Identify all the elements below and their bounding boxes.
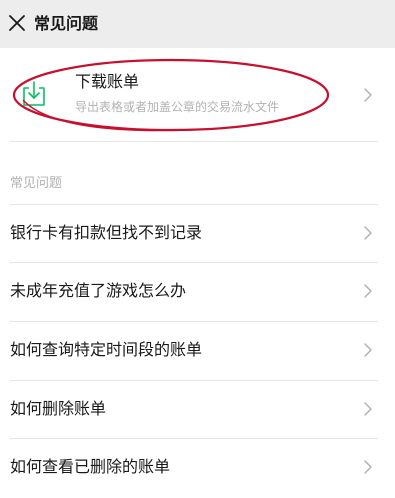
faq-item-label: 如何删除账单 [10, 399, 107, 418]
close-icon [9, 15, 25, 31]
chevron-right-icon [364, 343, 372, 357]
faq-item[interactable]: 如何查询特定时间段的账单 [0, 321, 395, 379]
chevron-right-icon [364, 460, 372, 474]
faq-item[interactable]: 如何查看已删除的账单 [0, 438, 395, 496]
top-bar: 常见问题 [0, 0, 395, 48]
download-bill-title: 下载账单 [75, 72, 140, 91]
close-button[interactable] [4, 10, 32, 38]
divider [10, 141, 378, 142]
page-title: 常见问题 [34, 14, 99, 33]
faq-item[interactable]: 银行卡有扣款但找不到记录 [0, 204, 395, 262]
chevron-right-icon [364, 88, 372, 102]
faq-item-label: 未成年充值了游戏怎么办 [10, 281, 187, 300]
faq-item[interactable]: 如何删除账单 [0, 380, 395, 438]
faq-item-label: 银行卡有扣款但找不到记录 [10, 223, 203, 242]
section-header-faq: 常见问题 [10, 176, 63, 191]
faq-item[interactable]: 未成年充值了游戏怎么办 [0, 262, 395, 320]
chevron-right-icon [364, 226, 372, 240]
faq-item-label: 如何查看已删除的账单 [10, 457, 171, 476]
download-bill-entry[interactable]: 下载账单 导出表格或者加盖公章的交易流水文件 [0, 48, 395, 142]
chevron-right-icon [364, 284, 372, 298]
download-icon [20, 80, 48, 108]
chevron-right-icon [364, 402, 372, 416]
faq-item-label: 如何查询特定时间段的账单 [10, 340, 203, 359]
download-bill-subtitle: 导出表格或者加盖公章的交易流水文件 [75, 100, 280, 114]
